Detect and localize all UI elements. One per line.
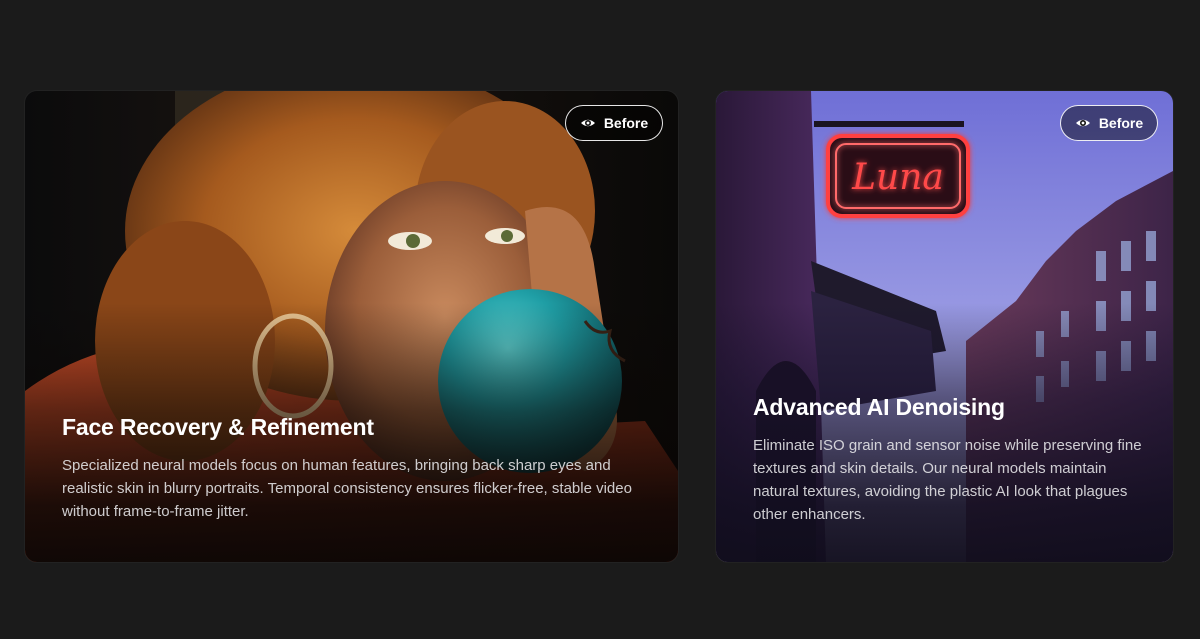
eye-icon (1075, 115, 1091, 131)
card-text: Face Recovery & Refinement Specialized n… (62, 414, 650, 523)
card-title: Face Recovery & Refinement (62, 414, 374, 440)
before-button-label: Before (603, 115, 649, 131)
card-description: Specialized neural models focus on human… (62, 457, 632, 520)
eye-icon (580, 115, 596, 131)
before-toggle-button[interactable]: Before (1060, 105, 1158, 141)
before-button-label: Before (1098, 115, 1144, 131)
feature-card-face-recovery: Before Face Recovery & Refinement Specia… (25, 91, 678, 562)
card-title: Advanced AI Denoising (753, 394, 1005, 420)
feature-card-denoising: Luna Before Advanced AI Denoising Elimin… (716, 91, 1173, 562)
card-text: Advanced AI Denoising Eliminate ISO grai… (753, 394, 1145, 526)
before-toggle-button[interactable]: Before (565, 105, 663, 141)
neon-sign-text: Luna (851, 157, 944, 198)
page: Before Face Recovery & Refinement Specia… (0, 0, 1200, 639)
card-description: Eliminate ISO grain and sensor noise whi… (753, 437, 1142, 523)
